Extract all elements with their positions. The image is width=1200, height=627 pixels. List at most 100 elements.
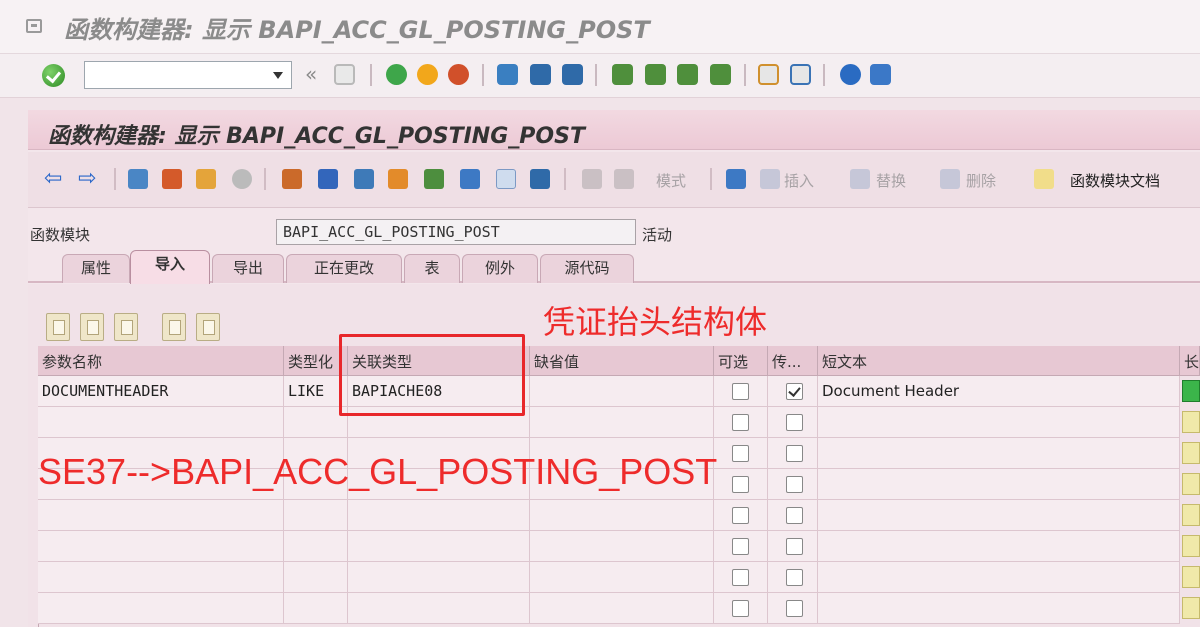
table-cell[interactable] <box>38 593 284 624</box>
activate-icon[interactable] <box>282 169 302 189</box>
pass-value-checkbox[interactable] <box>786 476 803 493</box>
cell-short-text[interactable]: Document Header <box>818 376 1180 407</box>
hierarchy-icon[interactable] <box>424 169 444 189</box>
command-input[interactable] <box>85 62 265 88</box>
column-header-default-value[interactable]: 缺省值 <box>530 346 714 376</box>
column-header-parameter[interactable]: 参数名称 <box>38 346 284 376</box>
table-cell[interactable] <box>530 407 714 438</box>
optional-checkbox[interactable] <box>732 476 749 493</box>
optional-checkbox[interactable] <box>732 569 749 586</box>
column-header-optional[interactable]: 可选 <box>714 346 768 376</box>
display-change-icon[interactable] <box>128 169 148 189</box>
table-cell[interactable] <box>818 469 1180 500</box>
tab-export[interactable]: 导出 <box>212 254 284 283</box>
optional-checkbox[interactable] <box>732 507 749 524</box>
last-page-icon[interactable] <box>710 64 731 85</box>
function-module-doc-button[interactable]: 函数模块文档 <box>1070 170 1160 191</box>
long-text-button[interactable] <box>1182 535 1200 557</box>
back-icon[interactable] <box>386 64 407 85</box>
table-cell[interactable] <box>348 531 530 562</box>
mode-button[interactable]: 模式 <box>656 170 686 191</box>
replace-icon[interactable] <box>850 169 870 189</box>
command-field[interactable] <box>84 61 292 89</box>
function-module-field[interactable]: BAPI_ACC_GL_POSTING_POST <box>276 219 636 245</box>
delete-button[interactable]: 删除 <box>966 170 996 191</box>
where-used-icon[interactable] <box>354 169 374 189</box>
cancel-icon[interactable] <box>448 64 469 85</box>
pass-value-checkbox[interactable] <box>786 445 803 462</box>
table-cell[interactable] <box>818 407 1180 438</box>
long-text-button[interactable] <box>1182 597 1200 619</box>
double-chevron-left-icon[interactable]: « <box>305 62 317 86</box>
cell-default-value[interactable] <box>530 376 714 407</box>
pattern-icon[interactable] <box>726 169 746 189</box>
table-cell[interactable] <box>38 407 284 438</box>
table-cell[interactable] <box>38 531 284 562</box>
navigation-icon[interactable] <box>388 169 408 189</box>
paste-icon[interactable] <box>614 169 634 189</box>
table-cell[interactable] <box>530 500 714 531</box>
table-cell[interactable] <box>818 500 1180 531</box>
pass-value-checkbox[interactable] <box>786 600 803 617</box>
table-cell[interactable] <box>530 593 714 624</box>
long-text-button[interactable] <box>1182 442 1200 464</box>
delete-icon[interactable] <box>940 169 960 189</box>
first-page-icon[interactable] <box>612 64 633 85</box>
find-next-icon[interactable] <box>562 64 583 85</box>
long-text-button[interactable] <box>1182 411 1200 433</box>
insert-icon[interactable] <box>760 169 780 189</box>
cut-row-icon[interactable] <box>46 313 70 341</box>
help-icon[interactable] <box>840 64 861 85</box>
optional-checkbox[interactable] <box>732 383 749 400</box>
new-session-icon[interactable] <box>758 64 779 85</box>
column-header-pass-value[interactable]: 传... <box>768 346 818 376</box>
paste-row-icon[interactable] <box>114 313 138 341</box>
insert-row-icon[interactable] <box>162 313 186 341</box>
other-object-icon[interactable] <box>196 169 216 189</box>
tab-import[interactable]: 导入 <box>130 250 210 284</box>
insert-button[interactable]: 插入 <box>784 170 814 191</box>
column-header-long-text[interactable]: 长 <box>1180 346 1200 376</box>
check-icon[interactable] <box>232 169 252 189</box>
table-cell[interactable] <box>348 500 530 531</box>
table-cell[interactable] <box>284 562 348 593</box>
active-inactive-icon[interactable] <box>162 169 182 189</box>
copy-icon[interactable] <box>582 169 602 189</box>
pass-value-checkbox[interactable] <box>786 414 803 431</box>
table-cell[interactable] <box>818 531 1180 562</box>
optional-checkbox[interactable] <box>732 445 749 462</box>
ok-icon[interactable] <box>42 64 65 87</box>
pass-value-checkbox[interactable] <box>786 383 803 400</box>
long-text-button[interactable] <box>1182 504 1200 526</box>
column-header-short-text[interactable]: 短文本 <box>818 346 1180 376</box>
table-cell[interactable] <box>284 531 348 562</box>
table-cell[interactable] <box>818 562 1180 593</box>
shortcut-icon[interactable] <box>790 64 811 85</box>
layout-icon[interactable] <box>530 169 550 189</box>
next-page-icon[interactable] <box>677 64 698 85</box>
delete-row-icon[interactable] <box>196 313 220 341</box>
table-cell[interactable] <box>38 500 284 531</box>
forward-arrow-icon[interactable]: ⇨ <box>78 168 100 190</box>
table-cell[interactable] <box>818 438 1180 469</box>
long-text-button[interactable] <box>1182 473 1200 495</box>
table-cell[interactable] <box>38 562 284 593</box>
save-icon[interactable] <box>334 64 355 85</box>
table-cell[interactable] <box>530 531 714 562</box>
table-cell[interactable] <box>530 562 714 593</box>
long-text-button[interactable] <box>1182 380 1200 402</box>
table-cell[interactable] <box>348 593 530 624</box>
optional-checkbox[interactable] <box>732 414 749 431</box>
window-icon[interactable] <box>496 169 516 189</box>
pencil-icon[interactable] <box>318 169 338 189</box>
tab-source-code[interactable]: 源代码 <box>540 254 634 283</box>
copy-row-icon[interactable] <box>80 313 104 341</box>
documentation-icon[interactable] <box>1034 169 1054 189</box>
tab-changing[interactable]: 正在更改 <box>286 254 402 283</box>
tab-exceptions[interactable]: 例外 <box>462 254 538 283</box>
print-icon[interactable] <box>497 64 518 85</box>
settings-icon[interactable] <box>870 64 891 85</box>
pass-value-checkbox[interactable] <box>786 538 803 555</box>
pass-value-checkbox[interactable] <box>786 507 803 524</box>
test-icon[interactable] <box>460 169 480 189</box>
